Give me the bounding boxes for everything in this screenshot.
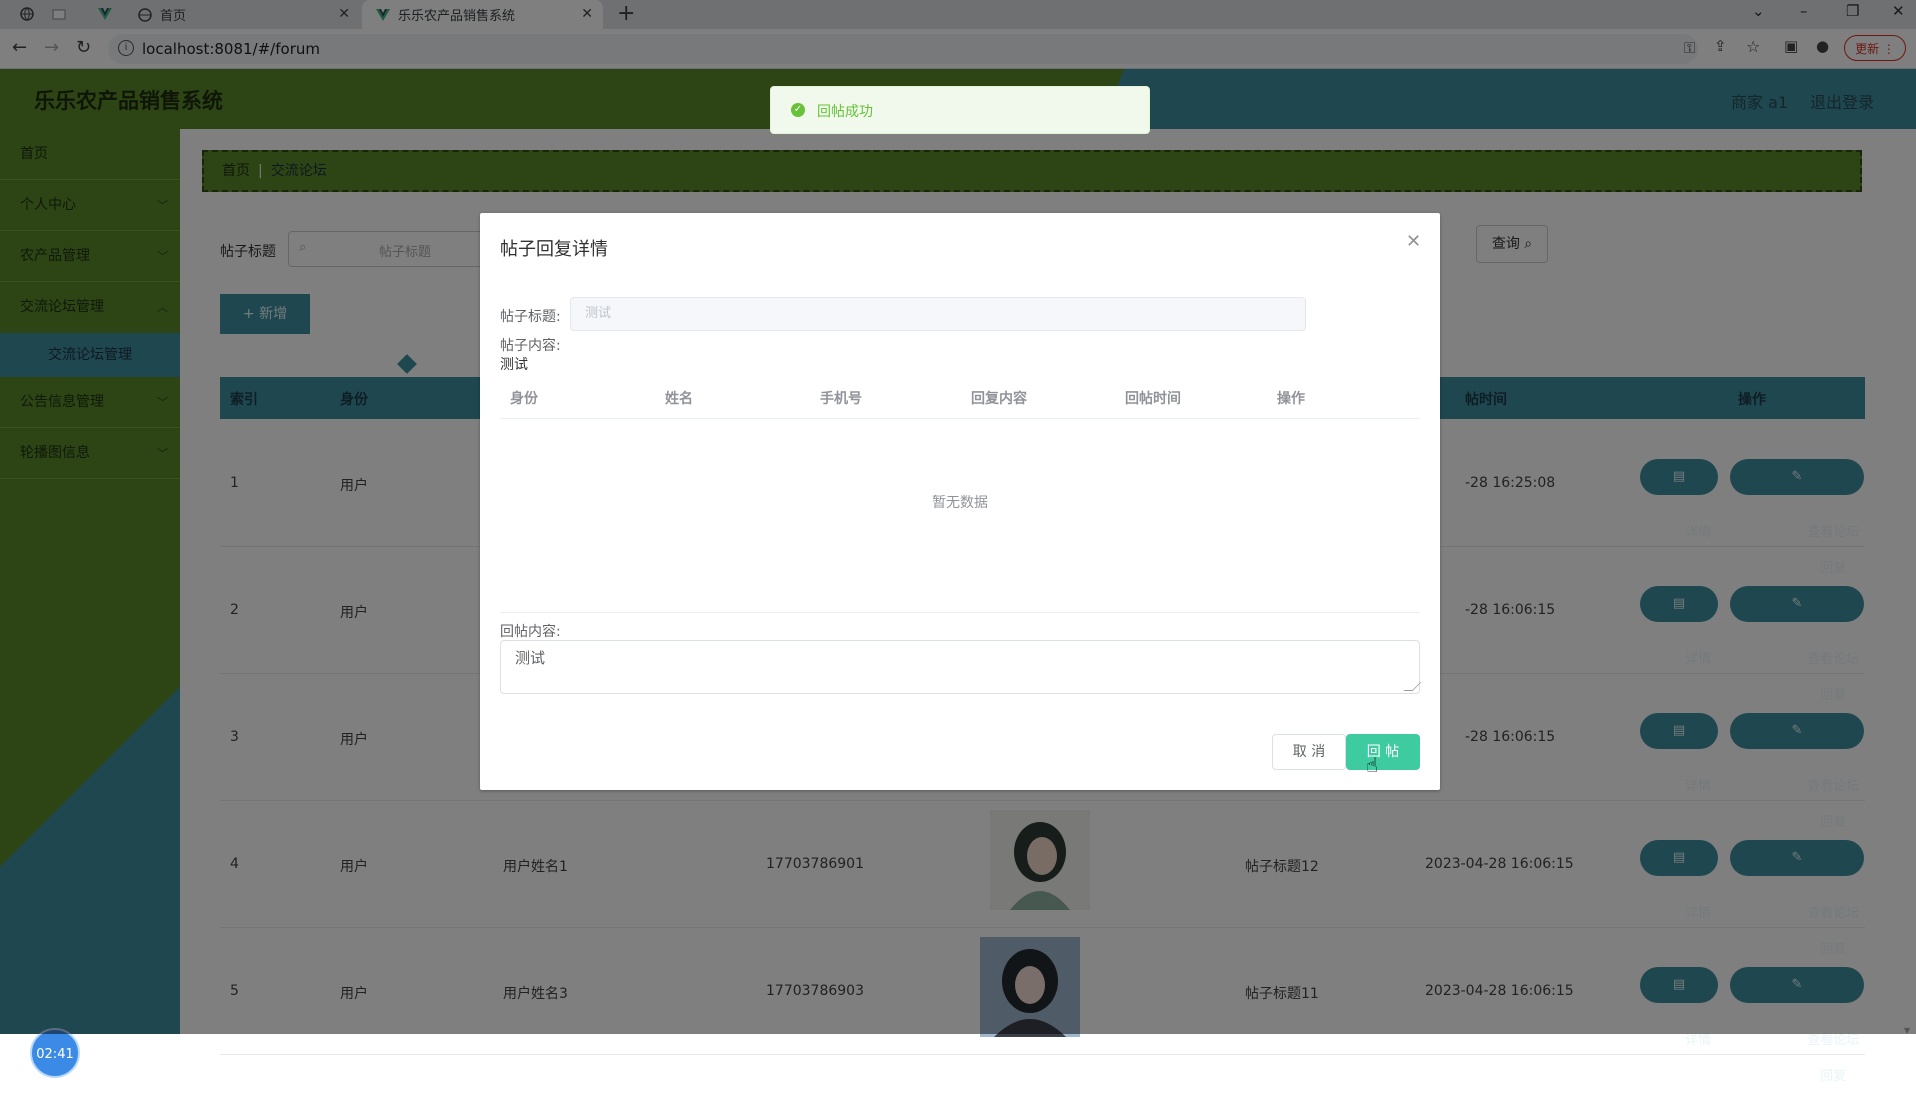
post-content-value: 测试	[500, 357, 528, 373]
close-icon[interactable]: ✕	[1406, 231, 1421, 252]
post-title-field: 测试	[570, 297, 1306, 331]
reply-content-label: 回帖内容:	[500, 624, 561, 640]
reply-detail-dialog: 帖子回复详情 ✕ 帖子标题: 测试 帖子内容: 测试 身份 姓名 手机号 回复内…	[480, 213, 1440, 790]
clock-badge[interactable]: 02:41	[30, 1028, 80, 1078]
hand-cursor-icon: ☝	[1366, 753, 1379, 777]
reply-table-header: 身份 姓名 手机号 回复内容 回帖时间 操作	[500, 376, 1420, 419]
resize-handle-icon[interactable]	[1403, 682, 1422, 691]
reply-text: 测试	[515, 649, 546, 667]
check-circle-icon: ✓	[791, 103, 805, 117]
col-actions: 操作	[1277, 391, 1305, 407]
empty-state: 暂无数据	[500, 418, 1420, 613]
toast-message: 回帖成功	[817, 104, 873, 120]
col-reply-time: 回帖时间	[1125, 391, 1181, 407]
col-name: 姓名	[665, 391, 693, 407]
col-phone: 手机号	[820, 391, 862, 407]
post-content-label: 帖子内容:	[500, 338, 561, 354]
post-title-label: 帖子标题:	[500, 309, 561, 325]
col-role: 身份	[510, 391, 538, 407]
reply-textarea[interactable]: 测试	[500, 640, 1422, 694]
modal-overlay[interactable]: 帖子回复详情 ✕ 帖子标题: 测试 帖子内容: 测试 身份 姓名 手机号 回复内…	[0, 0, 1916, 1035]
success-toast: ✓ 回帖成功	[770, 86, 1150, 134]
col-reply-content: 回复内容	[971, 391, 1027, 407]
cancel-button[interactable]: 取 消	[1272, 734, 1346, 770]
submit-reply-button[interactable]: 回 帖	[1346, 734, 1420, 770]
dialog-title: 帖子回复详情	[500, 239, 608, 260]
